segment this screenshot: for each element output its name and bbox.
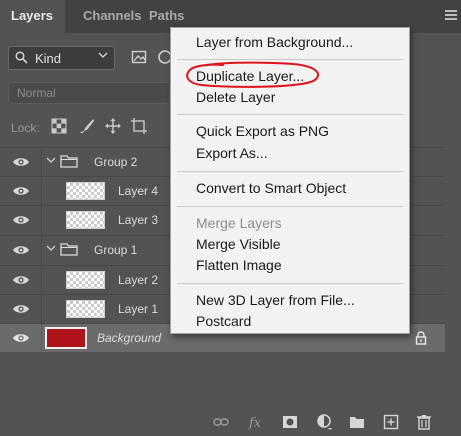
menu-item-merge-layers: Merge Layers bbox=[196, 215, 282, 231]
menu-separator bbox=[177, 114, 403, 115]
adjustment-layer-icon[interactable] bbox=[316, 414, 332, 430]
chevron-down-icon[interactable] bbox=[46, 155, 56, 165]
lock-image-pixels-icon[interactable] bbox=[79, 118, 95, 134]
menu-item-merge-visible[interactable]: Merge Visible bbox=[196, 236, 281, 252]
tab-layers[interactable]: Layers bbox=[0, 0, 65, 33]
annotation-circle bbox=[186, 61, 319, 88]
lock-transparent-pixels-icon[interactable] bbox=[51, 118, 67, 134]
menu-item-postcard[interactable]: Postcard bbox=[196, 313, 251, 329]
lock-icon bbox=[415, 331, 427, 345]
menu-item-export-as[interactable]: Export As... bbox=[196, 145, 268, 161]
visibility-eye-icon[interactable] bbox=[12, 303, 30, 315]
layer-thumbnail bbox=[66, 300, 105, 318]
visibility-eye-icon[interactable] bbox=[12, 244, 30, 256]
menu-item-flatten-image[interactable]: Flatten Image bbox=[196, 257, 282, 273]
menu-item-convert-smart-object[interactable]: Convert to Smart Object bbox=[196, 180, 346, 196]
new-layer-icon[interactable] bbox=[383, 414, 399, 430]
layer-style-fx-icon[interactable]: fx bbox=[248, 414, 264, 430]
new-group-folder-icon[interactable] bbox=[349, 414, 365, 430]
layer-thumbnail bbox=[66, 211, 105, 229]
blend-mode-value: Normal bbox=[17, 86, 56, 100]
blend-mode-select[interactable]: Normal bbox=[8, 82, 170, 104]
layer-name: Group 1 bbox=[94, 243, 138, 257]
panel-menu-icon[interactable] bbox=[445, 10, 457, 22]
menu-separator bbox=[177, 206, 403, 207]
filter-kind-select[interactable]: Kind bbox=[8, 46, 115, 70]
add-mask-icon[interactable] bbox=[282, 414, 298, 430]
folder-icon bbox=[60, 155, 78, 168]
menu-separator bbox=[177, 283, 403, 284]
layer-name: Layer 4 bbox=[118, 184, 159, 198]
svg-text:fx: fx bbox=[248, 416, 262, 430]
menu-item-quick-export-png[interactable]: Quick Export as PNG bbox=[196, 123, 329, 139]
visibility-eye-icon[interactable] bbox=[12, 156, 30, 168]
folder-icon bbox=[60, 243, 78, 256]
visibility-eye-icon[interactable] bbox=[12, 332, 30, 344]
menu-item-new-3d-layer[interactable]: New 3D Layer from File... bbox=[196, 292, 355, 308]
visibility-eye-icon[interactable] bbox=[12, 274, 30, 286]
layers-panel: Layers Channels Paths Kind Normal Lock: bbox=[0, 0, 461, 436]
layer-thumbnail bbox=[45, 327, 87, 349]
lock-position-icon[interactable] bbox=[105, 118, 121, 134]
layer-name: Layer 2 bbox=[118, 273, 159, 287]
search-icon bbox=[15, 51, 28, 67]
image-filter-icon[interactable] bbox=[131, 49, 147, 65]
trash-icon[interactable] bbox=[416, 414, 432, 430]
filter-kind-label: Kind bbox=[35, 51, 62, 66]
layer-name: Group 2 bbox=[94, 155, 138, 169]
layer-thumbnail bbox=[66, 271, 105, 289]
visibility-eye-icon[interactable] bbox=[12, 185, 30, 197]
menu-item-layer-from-background[interactable]: Layer from Background... bbox=[196, 34, 353, 50]
visibility-eye-icon[interactable] bbox=[12, 214, 30, 226]
menu-separator bbox=[177, 171, 403, 172]
link-layers-icon[interactable] bbox=[213, 414, 229, 430]
lock-artboard-icon[interactable] bbox=[131, 118, 147, 134]
chevron-down-icon[interactable] bbox=[46, 243, 56, 253]
layer-name: Layer 3 bbox=[118, 213, 159, 227]
layer-name: Layer 1 bbox=[118, 302, 159, 316]
lock-label: Lock: bbox=[11, 121, 40, 135]
layer-name: Background bbox=[97, 331, 162, 345]
layers-bottom-toolbar: fx bbox=[0, 407, 461, 436]
layer-thumbnail bbox=[66, 182, 105, 200]
chevron-down-icon bbox=[98, 50, 108, 63]
menu-item-delete-layer[interactable]: Delete Layer bbox=[196, 89, 275, 105]
